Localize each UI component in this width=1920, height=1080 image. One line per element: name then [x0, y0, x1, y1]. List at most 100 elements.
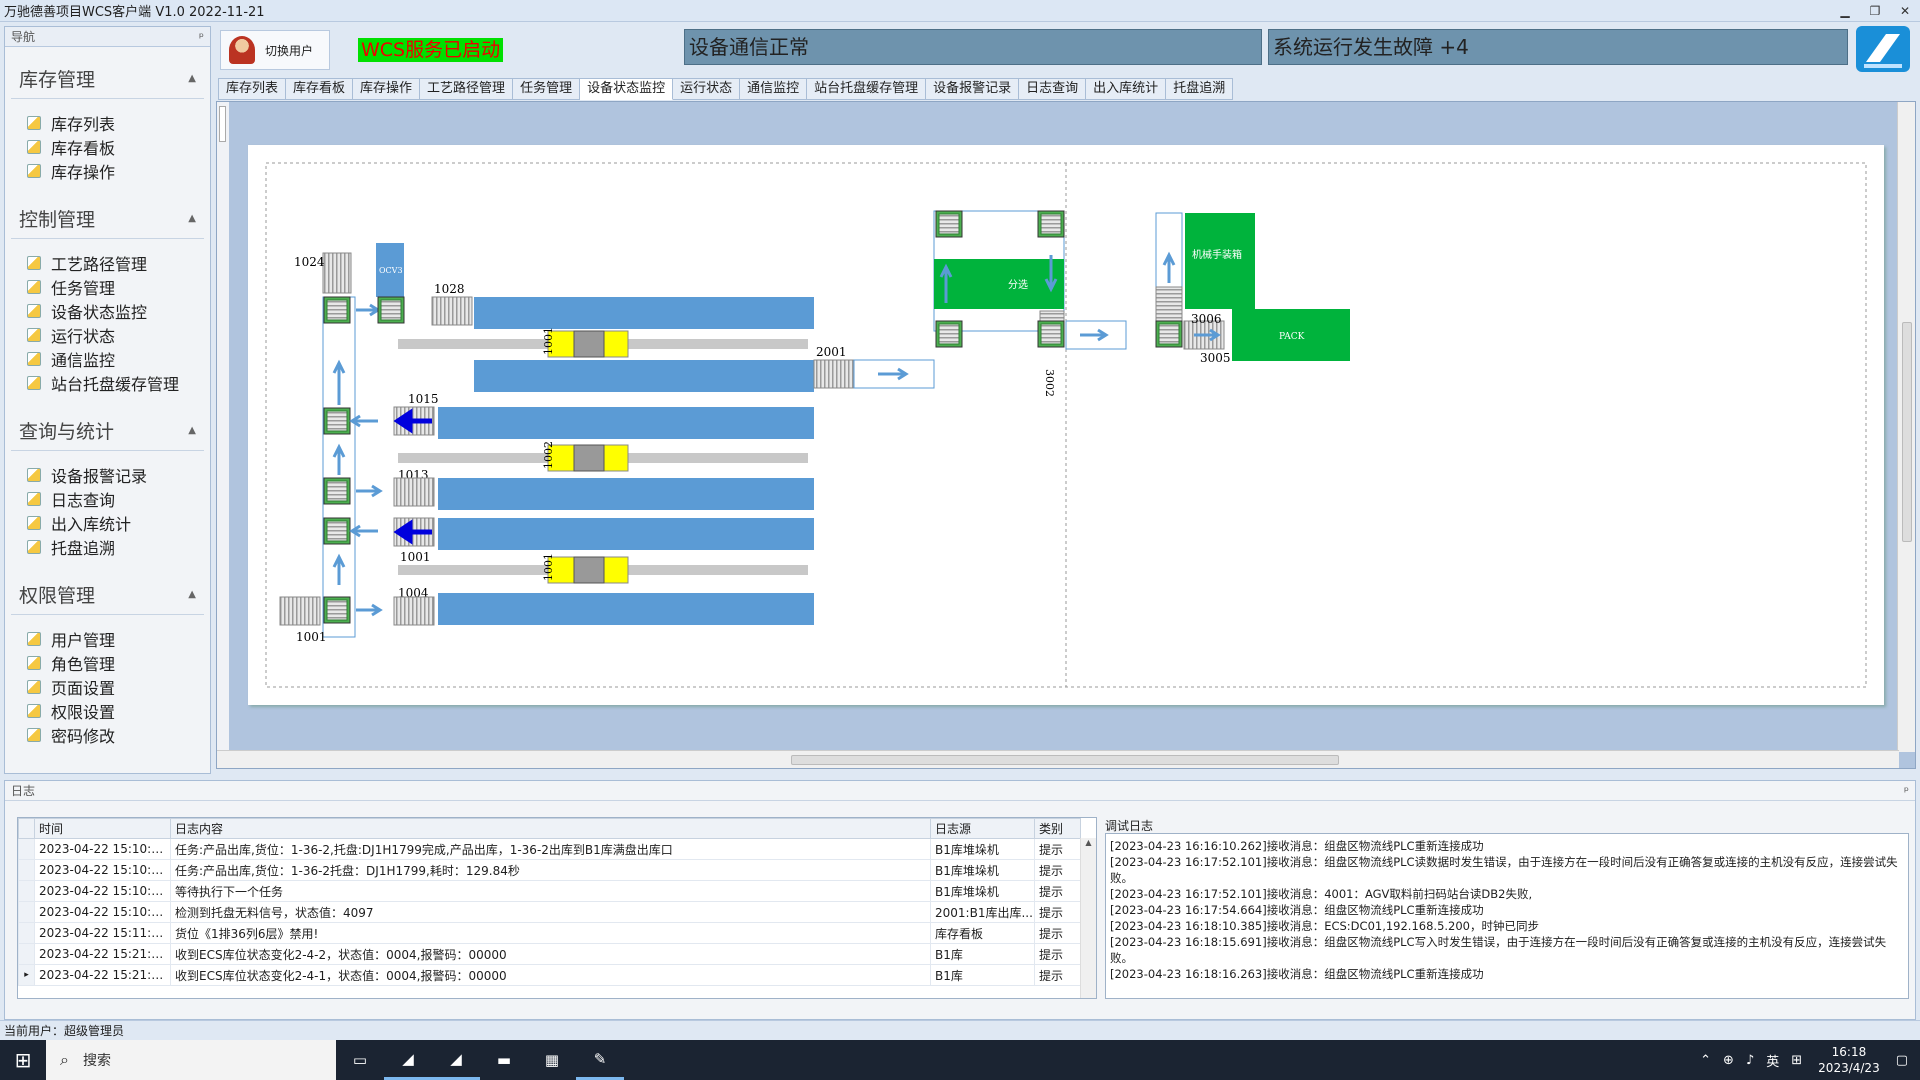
station-sort[interactable]	[934, 259, 1064, 309]
row-selector[interactable]	[18, 838, 35, 860]
turn-unit-8[interactable]	[1037, 210, 1065, 238]
conveyor-2[interactable]	[474, 360, 814, 392]
conveyor-5[interactable]	[438, 518, 814, 550]
nav-item[interactable]: 出入库统计	[27, 511, 204, 535]
pin-icon[interactable]: ᵖ	[1904, 784, 1909, 798]
nav-item[interactable]: 通信监控	[27, 347, 204, 371]
station-1004[interactable]	[393, 596, 435, 626]
turn-unit-3[interactable]	[323, 407, 351, 435]
table-row[interactable]: 2023-04-22 15:10:3... 任务:产品出库,货位：1-36-2,托…	[18, 838, 1081, 860]
tab[interactable]: 库存列表	[218, 78, 287, 100]
turn-unit-7[interactable]	[935, 210, 963, 238]
nav-item[interactable]: 设备报警记录	[27, 463, 204, 487]
nav-group-header[interactable]: 控制管理 ▲	[11, 199, 204, 239]
nav-item[interactable]: 站台托盘缓存管理	[27, 371, 204, 395]
turn-unit-10[interactable]	[1037, 320, 1065, 348]
turn-unit-2[interactable]	[377, 296, 405, 324]
tab[interactable]: 通信监控	[740, 78, 808, 100]
turn-unit-11[interactable]	[1155, 320, 1183, 348]
tab[interactable]: 日志查询	[1019, 78, 1087, 100]
tab[interactable]: 出入库统计	[1086, 78, 1167, 100]
tab[interactable]: 托盘追溯	[1166, 78, 1234, 100]
row-selector[interactable]	[18, 880, 35, 902]
collapse-icon[interactable]: ▲	[188, 589, 196, 600]
col-header-time[interactable]: 时间	[34, 818, 171, 839]
file-explorer-icon[interactable]: ▬	[480, 1040, 528, 1080]
turn-unit-9[interactable]	[935, 320, 963, 348]
windows-start-icon[interactable]: ⊞	[0, 1040, 46, 1080]
tia-portal-icon[interactable]: ▦	[528, 1040, 576, 1080]
turn-unit-5[interactable]	[323, 517, 351, 545]
turn-unit-1[interactable]	[323, 296, 351, 324]
ime-grid-icon[interactable]: ⊞	[1791, 1053, 1802, 1068]
tray-chevron-icon[interactable]: ⌃	[1700, 1053, 1711, 1068]
wcs-app-icon[interactable]: ◢	[384, 1040, 432, 1080]
nav-item[interactable]: 权限设置	[27, 699, 204, 723]
notification-icon[interactable]: ▢	[1896, 1053, 1908, 1068]
nav-group-header[interactable]: 查询与统计 ▲	[11, 411, 204, 451]
nav-item[interactable]: 库存看板	[27, 135, 204, 159]
row-selector[interactable]	[18, 859, 35, 881]
grid-vscroll[interactable]: ▲	[1080, 838, 1096, 998]
maximize-icon[interactable]: ❐	[1860, 4, 1890, 18]
tab[interactable]: 任务管理	[513, 78, 581, 100]
station-robot-packing[interactable]	[1185, 213, 1255, 309]
wcs-app-icon-2[interactable]: ◢	[432, 1040, 480, 1080]
col-header-category[interactable]: 类别	[1034, 818, 1081, 839]
nav-item[interactable]: 密码修改	[27, 723, 204, 747]
nav-item[interactable]: 任务管理	[27, 275, 204, 299]
network-icon[interactable]: ⊕	[1723, 1053, 1734, 1068]
table-row[interactable]: 2023-04-22 15:10:3... 任务:产品出库,货位：1-36-2托盘…	[18, 859, 1081, 881]
tab[interactable]: 库存操作	[353, 78, 421, 100]
conveyor-4[interactable]	[438, 478, 814, 510]
nav-item[interactable]: 托盘追溯	[27, 535, 204, 559]
nav-item[interactable]: 日志查询	[27, 487, 204, 511]
station-1028[interactable]	[431, 296, 473, 326]
col-header-content[interactable]: 日志内容	[170, 818, 931, 839]
tab[interactable]: 设备状态监控	[580, 78, 674, 100]
table-row[interactable]: 2023-04-22 15:10:4... 检测到托盘无料信号，状态值：4097 2…	[18, 901, 1081, 923]
row-selector[interactable]	[18, 943, 35, 965]
ime-indicator[interactable]: 英	[1766, 1051, 1779, 1070]
table-row[interactable]: 2023-04-22 15:11:5... 货位《1排36列6层》禁用! 库存看板提…	[18, 922, 1081, 944]
nav-item[interactable]: 库存列表	[27, 111, 204, 135]
canvas-vscroll[interactable]	[1897, 102, 1915, 752]
nav-group-header[interactable]: 库存管理 ▲	[11, 59, 204, 99]
volume-icon[interactable]: ♪	[1746, 1053, 1754, 1068]
conveyor-3[interactable]	[438, 407, 814, 439]
nav-group-header[interactable]: 权限管理 ▲	[11, 575, 204, 615]
nav-item[interactable]: 运行状态	[27, 323, 204, 347]
turn-unit-6[interactable]	[323, 596, 351, 624]
close-icon[interactable]: ✕	[1890, 4, 1920, 18]
taskbar-clock[interactable]: 16:18 2023/4/23	[1818, 1044, 1880, 1076]
nav-item[interactable]: 工艺路径管理	[27, 251, 204, 275]
turn-unit-4[interactable]	[323, 477, 351, 505]
table-row[interactable]: 2023-04-22 15:10:3... 等待执行下一个任务 B1库堆垛机 提示	[18, 880, 1081, 902]
row-selector[interactable]	[18, 901, 35, 923]
row-selector[interactable]: ▸	[18, 964, 35, 986]
collapse-icon[interactable]: ▲	[188, 425, 196, 436]
switch-user-button[interactable]: 切换用户	[220, 30, 330, 70]
nav-item[interactable]: 页面设置	[27, 675, 204, 699]
row-selector[interactable]	[18, 922, 35, 944]
debug-log-box[interactable]: [2023-04-23 16:16:10.262]接收消息：组盘区物流线PLC重…	[1105, 833, 1909, 999]
nav-item[interactable]: 库存操作	[27, 159, 204, 183]
station-1001b[interactable]	[279, 596, 321, 626]
station-2001[interactable]	[813, 359, 855, 389]
system-fault-status[interactable]: 系统运行发生故障 +4	[1268, 29, 1848, 65]
collapse-icon[interactable]: ▲	[188, 73, 196, 84]
minimize-icon[interactable]: ▁	[1830, 4, 1860, 18]
canvas-hscroll[interactable]	[217, 750, 1899, 768]
tab[interactable]: 设备报警记录	[926, 78, 1020, 100]
tab[interactable]: 运行状态	[673, 78, 741, 100]
tab[interactable]: 库存看板	[286, 78, 354, 100]
taskbar-search[interactable]: ⌕ 搜索	[46, 1040, 336, 1080]
nav-item[interactable]: 设备状态监控	[27, 299, 204, 323]
nav-item[interactable]: 角色管理	[27, 651, 204, 675]
station-1024[interactable]	[322, 252, 352, 294]
table-row[interactable]: ▸ 2023-04-22 15:21:3... 收到ECS库位状态变化2-4-1，状…	[18, 964, 1081, 986]
task-view-icon[interactable]: ▭	[336, 1040, 384, 1080]
paint-icon[interactable]: ✎	[576, 1040, 624, 1080]
conveyor-6[interactable]	[438, 593, 814, 625]
col-header-source[interactable]: 日志源	[930, 818, 1035, 839]
